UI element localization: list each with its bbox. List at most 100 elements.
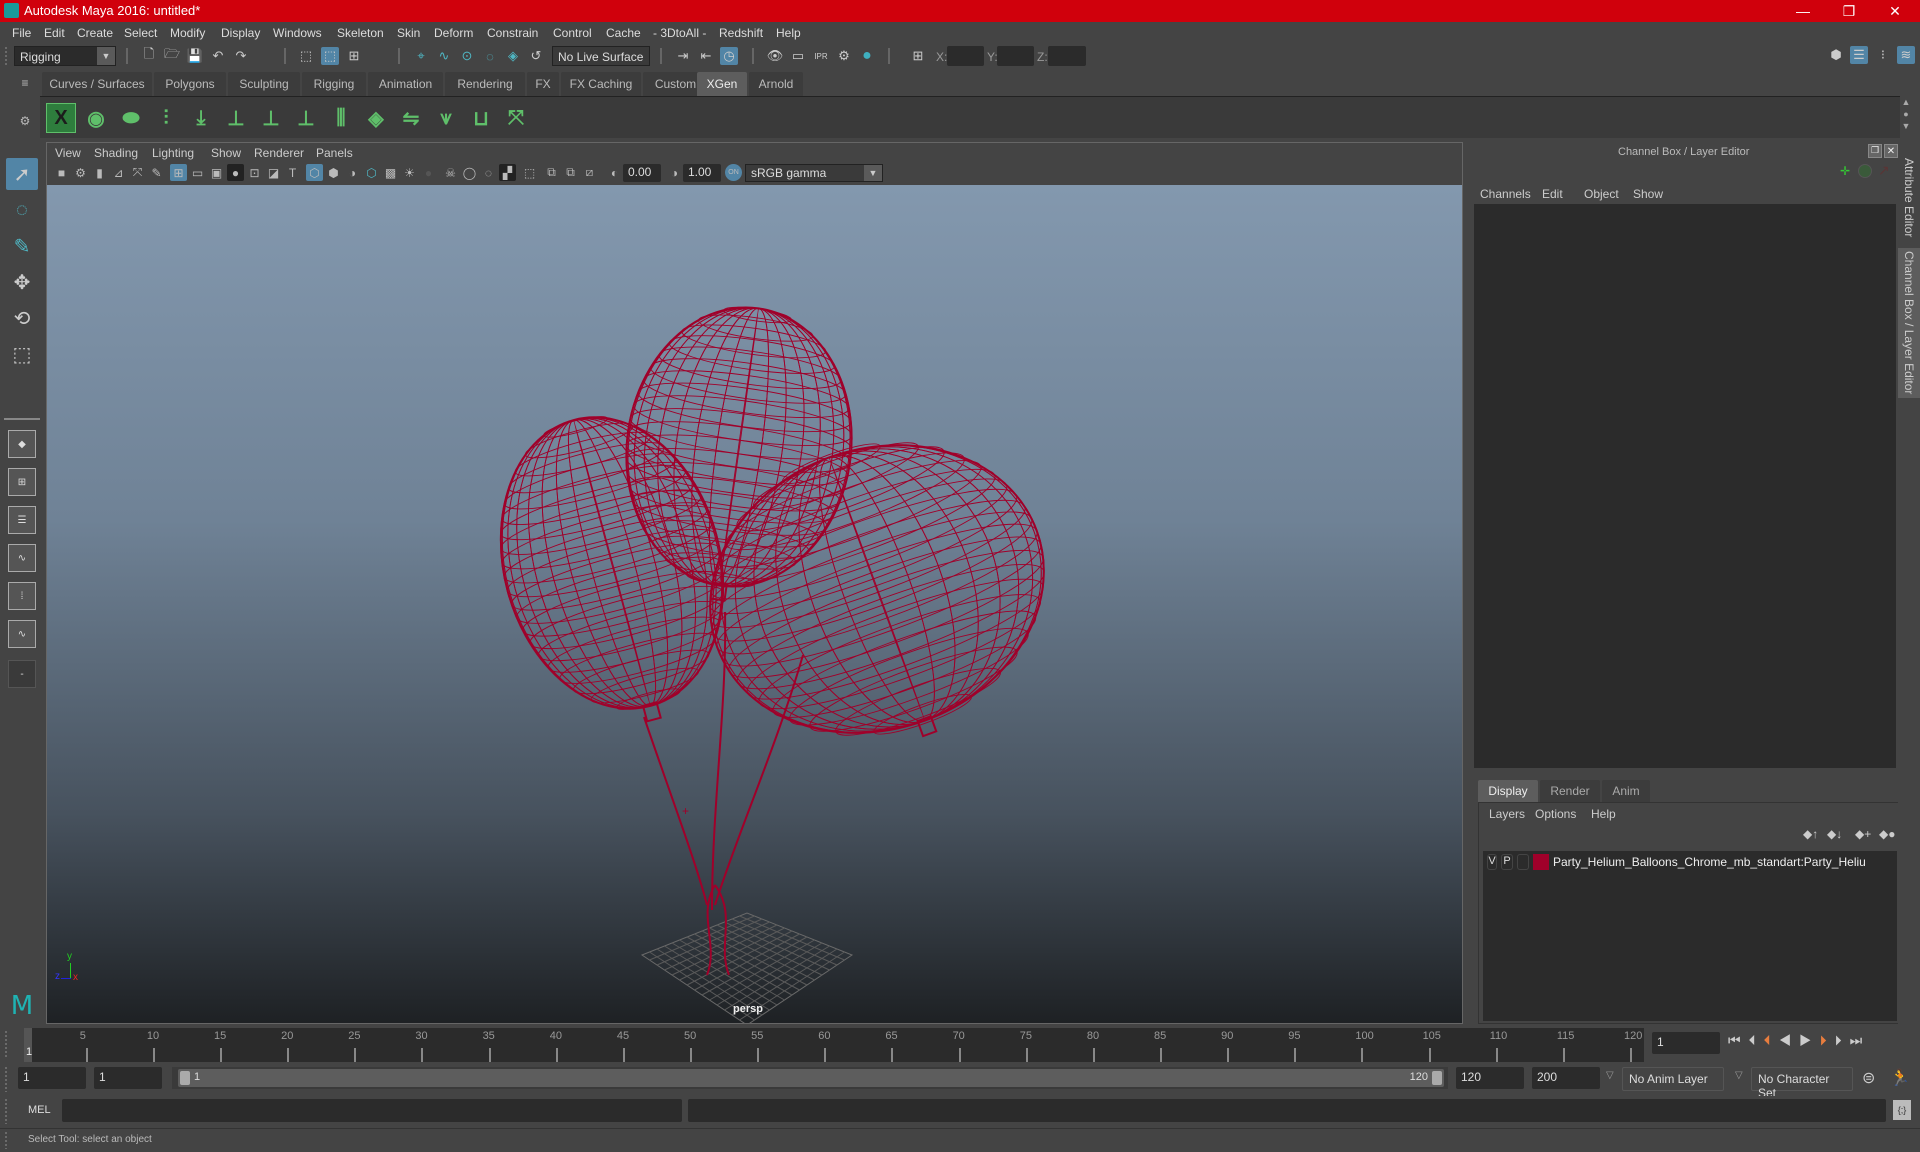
menu-cache[interactable]: Cache xyxy=(606,26,641,40)
lasso-select-tool-icon[interactable]: ◌ xyxy=(6,194,38,226)
xgen-flip-guides-icon[interactable]: ⇋ xyxy=(396,103,426,133)
character-set-dropdown[interactable]: No Character Set xyxy=(1751,1067,1853,1100)
ipr-render-icon[interactable]: IPR xyxy=(812,47,830,65)
menu-select[interactable]: Select xyxy=(124,26,157,40)
select-by-component-icon[interactable]: ⊞ xyxy=(345,47,363,65)
paint-select-tool-icon[interactable]: ✎ xyxy=(6,230,38,262)
anti-aliasing-icon[interactable]: ◌ xyxy=(480,164,497,181)
xgen-delete-guides-icon[interactable]: ⤧ xyxy=(501,103,531,133)
range-end-handle[interactable] xyxy=(1432,1071,1442,1085)
script-language-toggle[interactable]: MEL xyxy=(28,1104,51,1116)
panel-menu-shading[interactable]: Shading xyxy=(94,146,138,160)
playback-start-field[interactable]: 1 xyxy=(94,1067,162,1089)
layer-row[interactable]: V P Party_Helium_Balloons_Chrome_mb_stan… xyxy=(1483,851,1897,873)
hypershade-icon[interactable]: ● xyxy=(858,47,876,65)
move-layer-down-icon[interactable]: ◆↓ xyxy=(1827,827,1842,841)
minimize-button[interactable]: — xyxy=(1780,0,1826,22)
layer-display-type-toggle[interactable] xyxy=(1517,854,1529,870)
wireframe-icon[interactable]: ⬡ xyxy=(306,164,323,181)
shelf-tab-animation[interactable]: Animation xyxy=(368,72,443,96)
menu-file[interactable]: File xyxy=(12,26,31,40)
step-forward-frame-icon[interactable]: ⏵ xyxy=(1835,1032,1850,1048)
redo-icon[interactable]: ↷ xyxy=(232,47,250,65)
open-scene-icon[interactable]: 🗁 xyxy=(163,46,181,65)
new-layer-from-selected-icon[interactable]: ◆● xyxy=(1879,827,1895,841)
image-plane-icon[interactable]: ⊿ xyxy=(110,164,127,181)
new-scene-icon[interactable]: 🗋 xyxy=(140,46,158,65)
object-menu[interactable]: Object xyxy=(1584,187,1619,201)
shelf-tab-polygons[interactable]: Polygons xyxy=(154,72,226,96)
two-d-pan-zoom-icon[interactable]: ⤧ xyxy=(129,164,146,181)
xgen-clear-preview-icon[interactable]: ⬬ xyxy=(116,103,146,133)
xray-active-components-icon[interactable]: ⧉ xyxy=(562,164,579,181)
step-back-key-icon[interactable]: ⏴ xyxy=(1764,1032,1779,1048)
gamma-icon[interactable]: ◑ xyxy=(666,164,683,181)
menu-deform[interactable]: Deform xyxy=(434,26,473,40)
show-menu[interactable]: Show xyxy=(1633,187,1663,201)
save-scene-icon[interactable]: 💾 xyxy=(186,47,204,65)
channel-list[interactable] xyxy=(1474,204,1896,768)
menu-skeleton[interactable]: Skeleton xyxy=(337,26,384,40)
channels-menu[interactable]: Channels xyxy=(1480,187,1531,201)
color-space-dropdown[interactable]: sRGB gamma ▼ xyxy=(745,164,883,182)
xgen-lock-guide-icon[interactable]: ⊥ xyxy=(291,103,321,133)
resolution-gate-icon[interactable]: ▣ xyxy=(208,164,225,181)
grease-pencil-icon[interactable]: ✎ xyxy=(148,164,165,181)
menu-constrain[interactable]: Constrain xyxy=(487,26,538,40)
perspective-viewport[interactable]: + y z x persp xyxy=(47,185,1462,1023)
isolate-select-icon[interactable]: ⬚ xyxy=(521,164,538,181)
panel-menu-renderer[interactable]: Renderer xyxy=(254,146,304,160)
go-to-end-icon[interactable]: ⏭ xyxy=(1850,1032,1871,1048)
float-panel-icon[interactable]: ❐ xyxy=(1868,144,1882,158)
character-set-dropdown-arrow-icon[interactable]: ▽ xyxy=(1735,1070,1743,1081)
four-view-layout-icon[interactable]: ⊞ xyxy=(8,468,36,496)
gate-mask-icon[interactable]: ● xyxy=(227,164,244,181)
screen-space-ao-icon[interactable]: ☠ xyxy=(442,164,459,181)
select-by-hierarchy-icon[interactable]: ⬚ xyxy=(297,47,315,65)
command-line-grip[interactable] xyxy=(4,1098,8,1124)
auto-key-arrow-icon[interactable]: ↗ xyxy=(1878,162,1890,179)
xgen-tube-guides-icon[interactable]: ⊔ xyxy=(466,103,496,133)
layer-playback-toggle[interactable]: P xyxy=(1501,854,1513,870)
x-coord-field[interactable] xyxy=(947,46,984,66)
shelf-tab-xgen[interactable]: XGen xyxy=(697,72,747,96)
panel-menu-view[interactable]: View xyxy=(55,146,81,160)
step-back-frame-icon[interactable]: ⏴ xyxy=(1749,1032,1764,1048)
restore-button[interactable]: ❐ xyxy=(1826,0,1872,22)
film-gate-icon[interactable]: ▭ xyxy=(189,164,206,181)
snap-to-surface-icon[interactable]: ◈ xyxy=(504,47,522,65)
panel-grip[interactable] xyxy=(1478,148,1608,154)
persp-graph-outliner-layout-icon[interactable]: ∿ xyxy=(8,620,36,648)
use-all-lights-icon[interactable]: ☀ xyxy=(401,164,418,181)
camera-select-icon[interactable]: ■ xyxy=(53,164,70,181)
shelf-tab-curves-surfaces[interactable]: Curves / Surfaces xyxy=(42,72,152,96)
xray-icon[interactable]: ⧉ xyxy=(543,164,560,181)
range-slider-grip[interactable] xyxy=(4,1066,8,1092)
modeling-toolkit-icon[interactable]: ⬢ xyxy=(1827,46,1845,64)
menuset-dropdown[interactable]: Rigging ▼ xyxy=(14,46,116,66)
y-coord-field[interactable] xyxy=(997,46,1034,66)
current-frame-field[interactable]: 1 xyxy=(1652,1032,1720,1054)
gamma-field[interactable]: 1.00 xyxy=(683,164,721,182)
snap-to-grid-icon[interactable]: ⌖ xyxy=(412,47,430,65)
smooth-shade-icon[interactable]: ⬢ xyxy=(325,164,342,181)
move-layer-up-icon[interactable]: ◆↑ xyxy=(1803,827,1818,841)
panel-menu-lighting[interactable]: Lighting xyxy=(152,146,194,160)
make-live-icon[interactable]: ↺ xyxy=(527,47,545,65)
new-empty-layer-icon[interactable]: ◆+ xyxy=(1855,827,1871,841)
menu-display[interactable]: Display xyxy=(221,26,260,40)
xgen-select-guides-icon[interactable]: ◈ xyxy=(361,103,391,133)
layer-tab-anim[interactable]: Anim xyxy=(1602,780,1650,802)
xgen-place-guides-icon[interactable]: ⤓ xyxy=(186,103,216,133)
channel-box-tab[interactable]: Channel Box / Layer Editor xyxy=(1898,248,1920,398)
channel-box-toggle-icon[interactable]: ≋ xyxy=(1897,46,1915,64)
range-start-handle[interactable] xyxy=(180,1071,190,1085)
select-by-object-icon[interactable]: ⬚ xyxy=(321,47,339,65)
channel-sync-icon[interactable] xyxy=(1858,164,1872,178)
shelf-tab-fx-caching[interactable]: FX Caching xyxy=(561,72,641,96)
safe-action-icon[interactable]: ◪ xyxy=(265,164,282,181)
time-slider-grip[interactable] xyxy=(4,1030,8,1058)
options-menu[interactable]: Options xyxy=(1535,807,1576,821)
anim-layer-dropdown-arrow-icon[interactable]: ▽ xyxy=(1606,1070,1614,1081)
shelf-tab-arnold[interactable]: Arnold xyxy=(749,72,803,96)
